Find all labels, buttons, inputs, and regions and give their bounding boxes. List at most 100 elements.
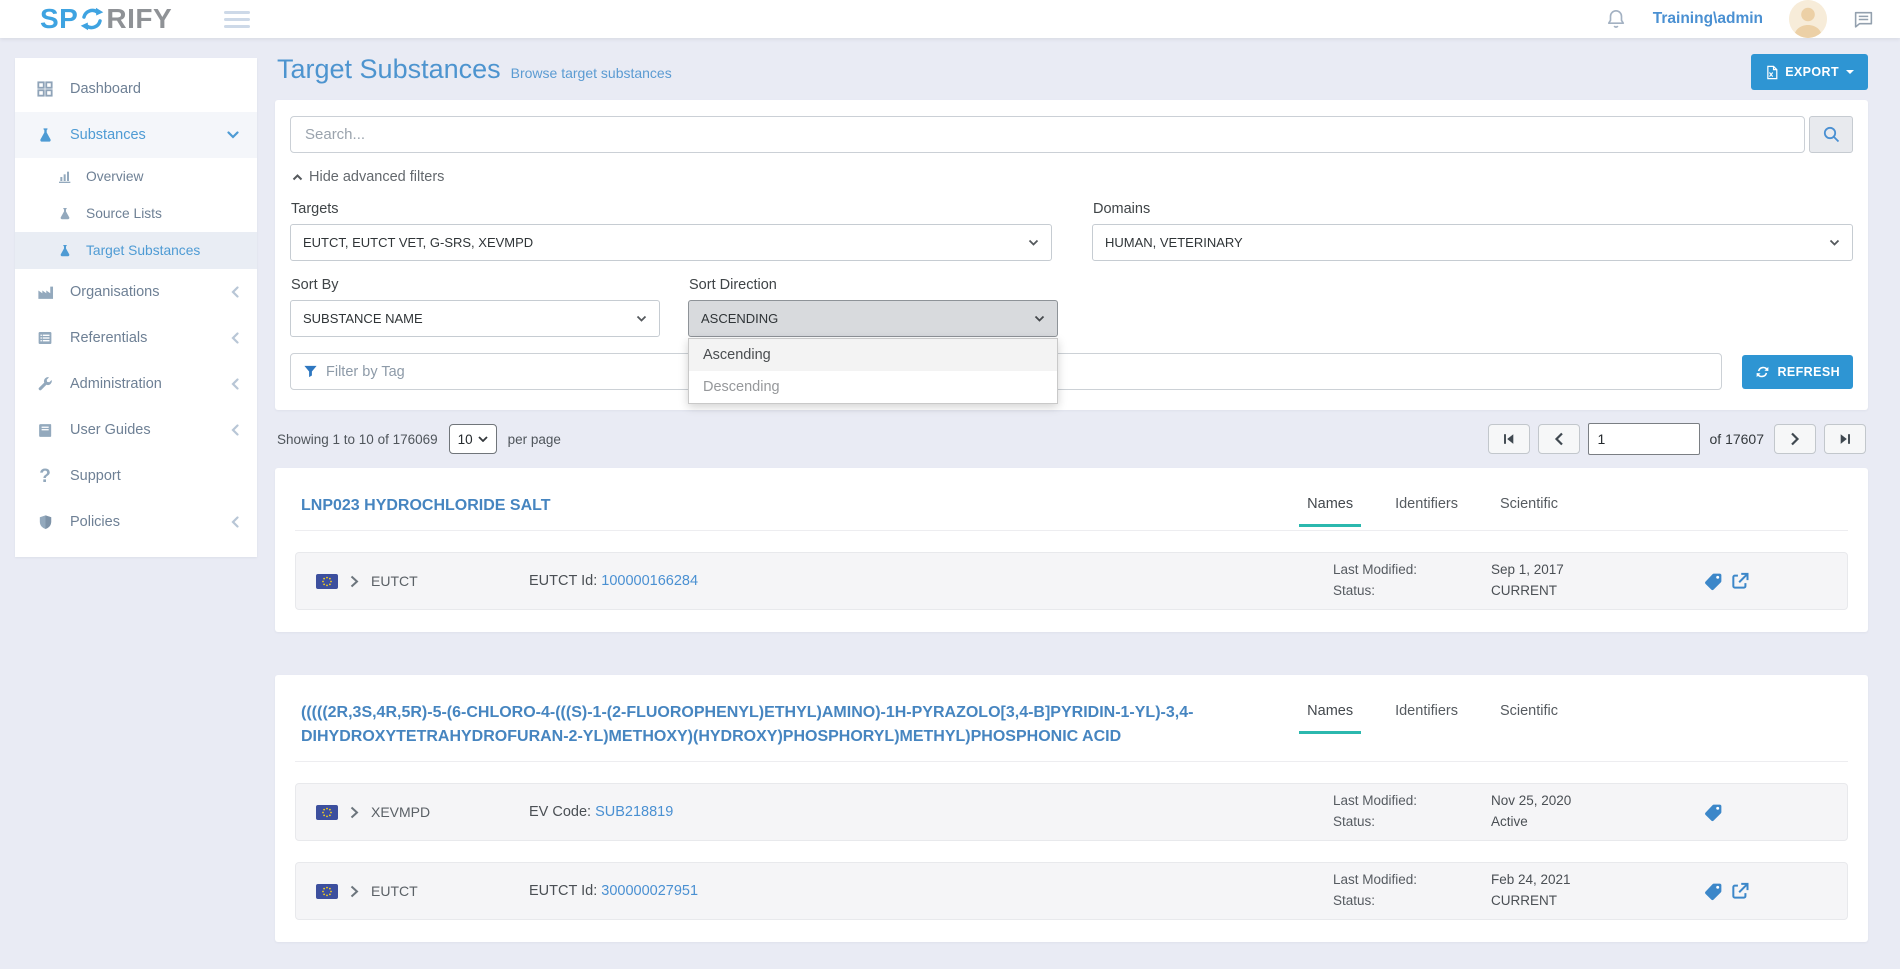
dropdown-option-descending[interactable]: Descending	[689, 371, 1057, 403]
expand-row-icon[interactable]	[350, 806, 359, 819]
tab-scientific[interactable]: Scientific	[1500, 496, 1558, 526]
last-modified-label: Last Modified:	[1333, 560, 1491, 581]
sidebar-item-label: Policies	[70, 514, 231, 530]
sort-by-select[interactable]: SUBSTANCE NAME	[290, 300, 660, 337]
expand-row-icon[interactable]	[350, 885, 359, 898]
expand-row-icon[interactable]	[350, 575, 359, 588]
previous-page-button[interactable]	[1538, 424, 1580, 454]
tab-scientific[interactable]: Scientific	[1500, 703, 1558, 733]
chevron-down-icon	[227, 131, 239, 139]
sort-by-label: Sort By	[291, 277, 660, 293]
sidebar-item-organisations[interactable]: Organisations	[15, 269, 257, 315]
chevron-left-icon	[231, 286, 239, 298]
tab-identifiers[interactable]: Identifiers	[1395, 703, 1458, 733]
refresh-button[interactable]: REFRESH	[1742, 355, 1853, 389]
menu-toggle-icon[interactable]	[224, 11, 250, 28]
chevron-down-icon	[636, 315, 647, 322]
eu-flag-icon	[316, 884, 338, 899]
tab-names[interactable]: Names	[1307, 496, 1353, 526]
status-label: Status:	[1333, 812, 1491, 833]
list-icon	[33, 329, 57, 347]
logo-text-sp: SP	[40, 3, 78, 35]
first-page-button[interactable]	[1488, 424, 1530, 454]
tab-names[interactable]: Names	[1307, 703, 1353, 733]
chevron-left-icon	[231, 516, 239, 528]
top-navbar: SP RIFY Training\admin	[0, 0, 1900, 38]
first-page-icon	[1501, 432, 1516, 446]
domains-label: Domains	[1093, 201, 1853, 217]
bar-chart-icon	[55, 169, 75, 185]
last-page-button[interactable]	[1824, 424, 1866, 454]
export-button[interactable]: EXPORT	[1751, 54, 1868, 90]
filter-funnel-icon	[303, 364, 318, 379]
eu-flag-icon	[316, 805, 338, 820]
sort-direction-select[interactable]: ASCENDING	[688, 300, 1058, 337]
source-system-label: EUTCT	[371, 573, 466, 589]
hide-advanced-filters-toggle[interactable]: Hide advanced filters	[292, 169, 1853, 185]
eu-flag-icon	[316, 574, 338, 589]
logged-in-user[interactable]: Training\admin	[1653, 10, 1763, 28]
sort-direction-dropdown: Ascending Descending	[688, 338, 1058, 404]
external-link-icon[interactable]	[1730, 881, 1750, 901]
chevron-left-icon	[1554, 432, 1564, 446]
chevron-down-icon	[1829, 239, 1840, 246]
substance-id-link[interactable]: 300000027951	[601, 883, 698, 899]
status-value: Active	[1491, 812, 1703, 833]
substance-row: XEVMPD EV Code: SUB218819 Last Modified:…	[295, 783, 1848, 841]
sidebar-item-dashboard[interactable]: Dashboard	[15, 66, 257, 112]
showing-results-text: Showing 1 to 10 of 176069	[277, 432, 438, 447]
tag-icon[interactable]	[1703, 802, 1724, 823]
dropdown-option-ascending[interactable]: Ascending	[689, 339, 1057, 371]
sidebar-item-referentials[interactable]: Referentials	[15, 315, 257, 361]
substance-name[interactable]: LNP023 HYDROCHLORIDE SALT	[295, 484, 1307, 530]
flask-icon	[33, 126, 57, 145]
source-system-label: EUTCT	[371, 883, 466, 899]
chat-icon[interactable]	[1853, 9, 1874, 30]
sidebar-item-label: User Guides	[70, 422, 231, 438]
source-system-label: XEVMPD	[371, 804, 466, 820]
search-input[interactable]	[290, 116, 1805, 153]
sporify-logo[interactable]: SP RIFY	[40, 3, 172, 35]
last-modified-value: Nov 25, 2020	[1491, 791, 1703, 812]
avatar[interactable]	[1789, 0, 1827, 38]
book-icon	[33, 422, 57, 439]
page-number-input[interactable]	[1588, 423, 1700, 455]
sidebar-item-administration[interactable]: Administration	[15, 361, 257, 407]
next-page-button[interactable]	[1774, 424, 1816, 454]
sidebar-item-label: Overview	[86, 169, 144, 184]
chevron-down-icon	[1034, 315, 1045, 322]
substance-id-link[interactable]: 100000166284	[601, 573, 698, 589]
sidebar-item-substances[interactable]: Substances	[15, 112, 257, 158]
sidebar-item-support[interactable]: ? Support	[15, 453, 257, 499]
flask-icon	[55, 243, 75, 259]
substance-row: EUTCT EUTCT Id: 100000166284 Last Modifi…	[295, 552, 1848, 610]
sidebar-item-source-lists[interactable]: Source Lists	[15, 195, 257, 232]
chevron-down-icon	[478, 436, 488, 442]
targets-select[interactable]: EUTCT, EUTCT VET, G-SRS, XEVMPD	[290, 224, 1052, 261]
id-label: EUTCT Id:	[529, 883, 597, 899]
tag-icon[interactable]	[1703, 571, 1724, 592]
app-window: SP RIFY Training\admin	[0, 0, 1900, 969]
sidebar-item-policies[interactable]: Policies	[15, 499, 257, 545]
substance-row: EUTCT EUTCT Id: 300000027951 Last Modifi…	[295, 862, 1848, 920]
notifications-bell-icon[interactable]	[1605, 8, 1627, 30]
caret-up-icon	[292, 174, 303, 181]
wrench-icon	[33, 375, 57, 393]
last-modified-label: Last Modified:	[1333, 791, 1491, 812]
sidebar-item-overview[interactable]: Overview	[15, 158, 257, 195]
page-size-select[interactable]: 10	[449, 424, 497, 454]
tag-icon[interactable]	[1703, 881, 1724, 902]
substance-id-link[interactable]: SUB218819	[595, 804, 673, 820]
sidebar-item-user-guides[interactable]: User Guides	[15, 407, 257, 453]
sidebar-item-label: Target Substances	[86, 243, 200, 258]
tab-identifiers[interactable]: Identifiers	[1395, 496, 1458, 526]
status-label: Status:	[1333, 891, 1491, 912]
external-link-icon[interactable]	[1730, 571, 1750, 591]
domains-select[interactable]: HUMAN, VETERINARY	[1092, 224, 1853, 261]
targets-label: Targets	[291, 201, 1052, 217]
sidebar-item-target-substances[interactable]: Target Substances	[15, 232, 257, 269]
chevron-right-icon	[1790, 432, 1800, 446]
substance-name[interactable]: (((((2R,3S,4R,5R)-5-(6-CHLORO-4-(((S)-1-…	[295, 691, 1307, 761]
search-button[interactable]	[1809, 116, 1853, 153]
shield-icon	[33, 514, 57, 531]
